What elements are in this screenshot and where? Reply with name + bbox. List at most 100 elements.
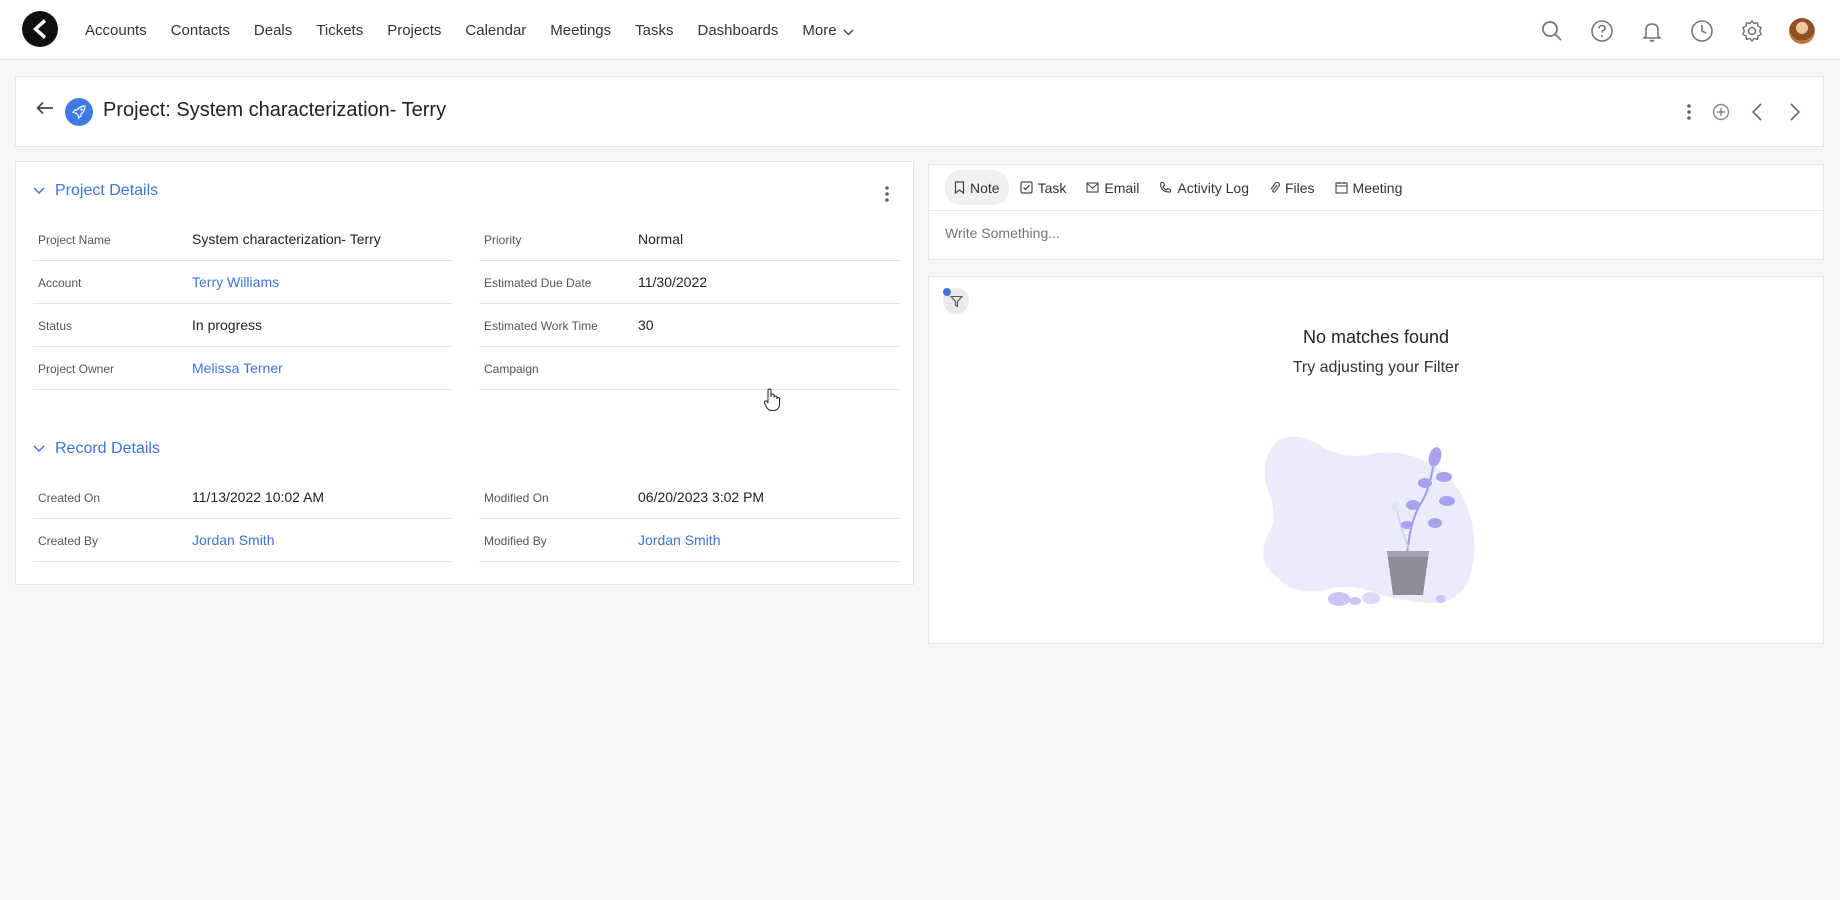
nav-deals[interactable]: Deals bbox=[254, 22, 292, 39]
field-modified-on: Modified On 06/20/2023 3:02 PM bbox=[479, 476, 899, 519]
paperclip-icon bbox=[1270, 181, 1280, 193]
nav-tickets[interactable]: Tickets bbox=[316, 22, 363, 39]
page-title: Project: System characterization- Terry bbox=[103, 99, 447, 121]
empty-state-title: No matches found bbox=[1302, 327, 1450, 347]
tab-meeting[interactable]: Meeting bbox=[1326, 170, 1412, 205]
activity-composer: Note Task Email Activity Log Files Meeti… bbox=[928, 164, 1824, 260]
field-label: Project Owner bbox=[38, 362, 115, 376]
gear-icon[interactable] bbox=[1740, 19, 1764, 43]
field-label: Status bbox=[38, 319, 73, 333]
field-label: Priority bbox=[484, 233, 522, 247]
nav-more-menu[interactable]: More bbox=[802, 21, 854, 39]
nav-dashboards[interactable]: Dashboards bbox=[698, 22, 779, 39]
chevron-down-icon bbox=[33, 445, 45, 453]
more-vertical-icon[interactable] bbox=[1686, 102, 1692, 122]
field-value: 11/30/2022 bbox=[638, 274, 708, 290]
nav-contacts[interactable]: Contacts bbox=[171, 22, 230, 39]
modified-by-link[interactable]: Jordan Smith bbox=[638, 532, 720, 548]
field-created-on: Created On 11/13/2022 10:02 AM bbox=[33, 476, 451, 519]
main-nav: Accounts Contacts Deals Tickets Projects… bbox=[85, 0, 854, 60]
tab-label: Meeting bbox=[1352, 179, 1403, 196]
logo-icon bbox=[33, 19, 46, 39]
tab-activity-log[interactable]: Activity Log bbox=[1150, 170, 1258, 205]
field-estimated-work-time: Estimated Work Time 30 bbox=[479, 304, 899, 347]
composer-divider bbox=[929, 210, 1823, 211]
bookmark-icon bbox=[954, 181, 965, 194]
chevron-down-icon bbox=[33, 187, 45, 195]
section-menu-icon[interactable] bbox=[884, 184, 890, 204]
note-input[interactable] bbox=[945, 225, 1805, 241]
hand-cursor-icon bbox=[763, 388, 780, 411]
add-circle-icon[interactable] bbox=[1711, 102, 1731, 122]
nav-more-label: More bbox=[802, 21, 837, 39]
tab-note[interactable]: Note bbox=[945, 170, 1009, 205]
calendar-icon bbox=[1334, 182, 1348, 194]
search-icon[interactable] bbox=[1540, 19, 1564, 43]
nav-meetings[interactable]: Meetings bbox=[550, 22, 611, 39]
field-priority: Priority Normal bbox=[479, 218, 899, 261]
filter-active-dot bbox=[943, 288, 951, 296]
record-details-title: Record Details bbox=[55, 440, 160, 457]
app-logo[interactable] bbox=[22, 11, 58, 47]
record-header: Project: System characterization- Terry bbox=[15, 76, 1824, 147]
project-details-toggle[interactable]: Project Details bbox=[33, 182, 158, 200]
activity-timeline: No matches found Try adjusting your Filt… bbox=[928, 276, 1824, 644]
details-panel: Project Details Project Name System char… bbox=[15, 161, 914, 585]
nav-tasks[interactable]: Tasks bbox=[635, 22, 673, 39]
field-campaign: Campaign bbox=[479, 347, 899, 390]
field-project-owner: Project Owner Melissa Terner bbox=[33, 347, 451, 390]
field-label: Modified On bbox=[484, 491, 549, 505]
tab-email[interactable]: Email bbox=[1077, 170, 1148, 205]
field-modified-by: Modified By Jordan Smith bbox=[479, 519, 899, 562]
field-value: 06/20/2023 3:02 PM bbox=[638, 489, 765, 505]
field-label: Created On bbox=[38, 491, 101, 505]
clock-icon[interactable] bbox=[1690, 19, 1714, 43]
next-record-icon[interactable] bbox=[1789, 102, 1801, 122]
field-label: Created By bbox=[38, 534, 99, 548]
filter-button[interactable] bbox=[943, 288, 969, 314]
field-label: Campaign bbox=[484, 362, 539, 376]
previous-record-icon[interactable] bbox=[1751, 102, 1763, 122]
field-value: In progress bbox=[192, 317, 263, 333]
tab-label: Files bbox=[1284, 179, 1315, 196]
composer-tabs: Note Task Email Activity Log Files Meeti… bbox=[945, 170, 1413, 205]
mail-icon bbox=[1086, 182, 1099, 193]
phone-icon bbox=[1160, 181, 1172, 193]
field-label: Project Name bbox=[38, 233, 111, 247]
field-account: Account Terry Williams bbox=[33, 261, 451, 304]
tab-label: Task bbox=[1037, 179, 1067, 196]
bell-icon[interactable] bbox=[1640, 19, 1664, 43]
project-rocket-icon bbox=[65, 98, 93, 126]
tab-task[interactable]: Task bbox=[1011, 170, 1076, 205]
project-owner-link[interactable]: Melissa Terner bbox=[192, 360, 283, 376]
checkbox-icon bbox=[1019, 181, 1033, 194]
nav-projects[interactable]: Projects bbox=[387, 22, 441, 39]
field-label: Modified By bbox=[484, 534, 547, 548]
field-label: Estimated Work Time bbox=[484, 319, 598, 333]
tab-files[interactable]: Files bbox=[1260, 170, 1324, 205]
field-project-name: Project Name System characterization- Te… bbox=[33, 218, 451, 261]
tab-label: Email bbox=[1104, 179, 1140, 196]
field-label: Account bbox=[38, 276, 82, 290]
field-estimated-due-date: Estimated Due Date 11/30/2022 bbox=[479, 261, 899, 304]
account-link[interactable]: Terry Williams bbox=[192, 274, 279, 290]
record-details-toggle[interactable]: Record Details bbox=[33, 440, 160, 458]
created-by-link[interactable]: Jordan Smith bbox=[192, 532, 274, 548]
user-avatar[interactable] bbox=[1789, 18, 1815, 44]
field-value: 11/13/2022 10:02 AM bbox=[192, 489, 325, 505]
top-navbar: Accounts Contacts Deals Tickets Projects… bbox=[0, 0, 1840, 60]
field-value: Normal bbox=[638, 231, 684, 247]
nav-accounts[interactable]: Accounts bbox=[85, 22, 147, 39]
filter-icon bbox=[949, 295, 963, 307]
field-value: 30 bbox=[638, 317, 654, 333]
back-arrow-icon[interactable] bbox=[36, 101, 54, 115]
empty-state-subtitle: Try adjusting your Filter bbox=[1292, 359, 1460, 376]
field-label: Estimated Due Date bbox=[484, 276, 592, 290]
tab-label: Note bbox=[970, 179, 1000, 196]
field-created-by: Created By Jordan Smith bbox=[33, 519, 451, 562]
tab-label: Activity Log bbox=[1177, 179, 1249, 196]
project-details-title: Project Details bbox=[55, 182, 159, 199]
help-icon[interactable] bbox=[1590, 19, 1614, 43]
field-status: Status In progress bbox=[33, 304, 451, 347]
nav-calendar[interactable]: Calendar bbox=[465, 22, 526, 39]
